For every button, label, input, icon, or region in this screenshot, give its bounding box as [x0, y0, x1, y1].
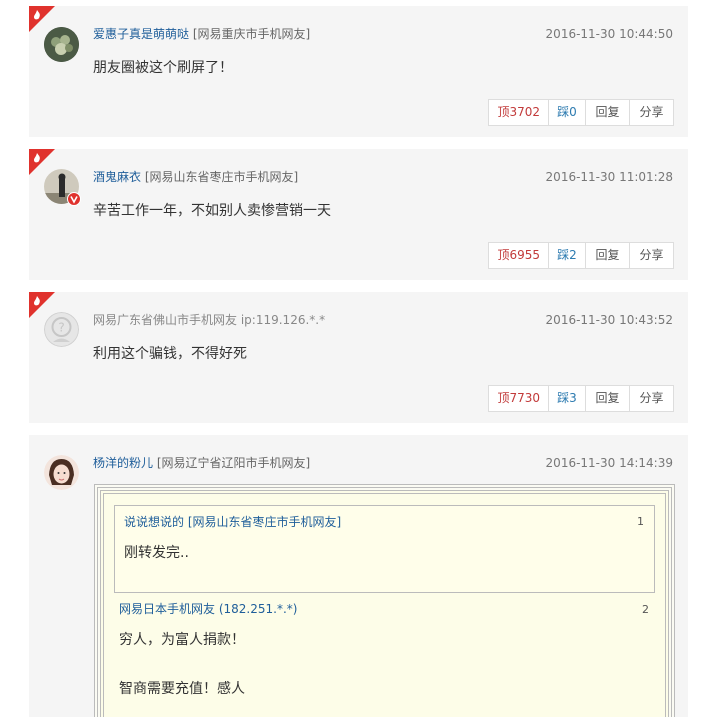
timestamp: 2016-11-30 10:43:52: [545, 313, 673, 327]
share-button[interactable]: 分享: [629, 386, 673, 411]
user-location: 网易广东省佛山市手机网友: [93, 313, 238, 327]
comment-meta: 酒鬼麻衣 [网易山东省枣庄市手机网友]: [93, 169, 298, 185]
quote-meta: 网易日本手机网友 (182.251.*.*): [119, 601, 297, 617]
upvote-button[interactable]: 顶7730: [489, 386, 548, 411]
quote-user-ip: (182.251.*.*): [218, 602, 298, 616]
upvote-button[interactable]: 顶6955: [489, 243, 548, 268]
comment-actions: 顶6955 踩2 回复 分享: [488, 242, 674, 269]
user-ip: ip:119.126.*.*: [240, 313, 326, 327]
comment-text: 利用这个骗钱，不得好死: [93, 346, 247, 362]
reply-button[interactable]: 回复: [585, 386, 629, 411]
downvote-button[interactable]: 踩3: [548, 386, 585, 411]
comment-actions: 顶3702 踩0 回复 分享: [488, 99, 674, 126]
hot-flame-icon: [29, 6, 55, 32]
quote-text: 刚转发完..: [124, 545, 189, 561]
quote-floor-number: 2: [642, 603, 649, 616]
reply-button[interactable]: 回复: [585, 243, 629, 268]
quote-block: 网易日本手机网友 (182.251.*.*) 2 穷人，为富人捐款！ 智商需要充…: [117, 599, 657, 717]
user-location: [网易山东省枣庄市手机网友]: [144, 170, 299, 184]
quote-username-link[interactable]: 说说想说的: [124, 515, 184, 529]
default-avatar-icon[interactable]: ?: [44, 312, 79, 347]
downvote-button[interactable]: 踩0: [548, 100, 585, 125]
username-link[interactable]: 杨洋的粉儿: [93, 456, 153, 470]
comment-meta: 网易广东省佛山市手机网友 ip:119.126.*.*: [93, 312, 325, 328]
quote-floor-number: 1: [637, 515, 644, 528]
user-location: [网易辽宁省辽阳市手机网友]: [156, 456, 311, 470]
quote-user-location: 网易日本手机网友: [119, 602, 216, 616]
comment-text: 辛苦工作一年，不如别人卖惨营销一天: [93, 203, 331, 219]
share-button[interactable]: 分享: [629, 243, 673, 268]
user-location: [网易重庆市手机网友]: [192, 27, 311, 41]
comment-card: 酒鬼麻衣 [网易山东省枣庄市手机网友] 2016-11-30 11:01:28 …: [29, 149, 688, 280]
comment-meta: 爱惠子真是萌萌哒 [网易重庆市手机网友]: [93, 26, 310, 42]
avatar[interactable]: [44, 27, 79, 62]
upvote-button[interactable]: 顶3702: [489, 100, 548, 125]
timestamp: 2016-11-30 14:14:39: [545, 456, 673, 470]
reply-button[interactable]: 回复: [585, 100, 629, 125]
svg-text:?: ?: [58, 321, 64, 335]
username-link[interactable]: 爱惠子真是萌萌哒: [93, 27, 189, 41]
quote-meta: 说说想说的 [网易山东省枣庄市手机网友]: [124, 514, 341, 530]
quote-text: 穷人，为富人捐款！: [119, 632, 245, 648]
verified-v-icon: [67, 192, 81, 206]
avatar[interactable]: [44, 169, 81, 206]
comment-card: 爱惠子真是萌萌哒 [网易重庆市手机网友] 2016-11-30 10:44:50…: [29, 6, 688, 137]
quote-text: 智商需要充值！感人: [119, 681, 245, 697]
avatar[interactable]: [44, 455, 79, 490]
comment-meta: 杨洋的粉儿 [网易辽宁省辽阳市手机网友]: [93, 455, 310, 471]
comment-text: 朋友圈被这个刷屏了！: [93, 60, 233, 76]
downvote-button[interactable]: 踩2: [548, 243, 585, 268]
quote-block: 说说想说的 [网易山东省枣庄市手机网友] 1 刚转发完..: [114, 505, 655, 593]
quote-user-location: [网易山东省枣庄市手机网友]: [187, 515, 342, 529]
comment-card: 杨洋的粉儿 [网易辽宁省辽阳市手机网友] 2016-11-30 14:14:39…: [29, 435, 688, 717]
timestamp: 2016-11-30 10:44:50: [545, 27, 673, 41]
comment-actions: 顶7730 踩3 回复 分享: [488, 385, 674, 412]
username-link[interactable]: 酒鬼麻衣: [93, 170, 141, 184]
share-button[interactable]: 分享: [629, 100, 673, 125]
timestamp: 2016-11-30 11:01:28: [545, 170, 673, 184]
comment-card: ? 网易广东省佛山市手机网友 ip:119.126.*.* 2016-11-30…: [29, 292, 688, 423]
